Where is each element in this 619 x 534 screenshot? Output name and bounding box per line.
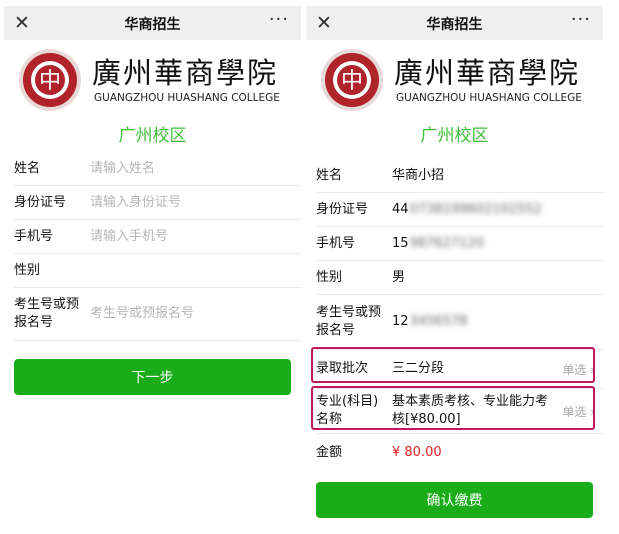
college-logo: 中 廣州華商學院 GUANGZHOU HUASHANG COLLEGE [4, 40, 301, 112]
emblem-icon: 中 [19, 49, 81, 111]
id-card-label: 身份证号 [14, 194, 67, 210]
batch-highlight [311, 347, 595, 383]
exam-no-label: 考生号或预报名号 [316, 305, 382, 338]
amount-label: 金额 [316, 445, 343, 460]
id-card-row[interactable]: 身份证号 请输入身份证号 [14, 186, 301, 220]
gender-input[interactable] [90, 254, 257, 287]
amount-row: 金额 ¥ 80.00 [316, 434, 603, 472]
name-row[interactable]: 姓名 请输入姓名 [14, 152, 301, 186]
college-logo: 中 廣州華商學院 GUANGZHOU HUASHANG COLLEGE [306, 40, 603, 112]
phone-row[interactable]: 手机号 15 987627120 [316, 227, 603, 261]
college-name-chinese: 廣州華商學院 [92, 56, 279, 90]
phone-row[interactable]: 手机号 请输入手机号 [14, 220, 301, 254]
gender-label: 性别 [316, 269, 343, 285]
next-button[interactable]: 下一步 [14, 359, 291, 395]
left-screen: ✕ 华商招生 ··· 中 廣州華商學院 GUANGZHOU HUASHANG C… [4, 6, 301, 530]
page-title: 华商招生 [426, 17, 483, 33]
name-input[interactable]: 请输入姓名 [90, 152, 257, 185]
exam-no-value[interactable]: 12 3456578 [392, 295, 559, 349]
phone-label: 手机号 [14, 228, 54, 244]
id-card-value[interactable]: 44 0738199602102552 [392, 193, 559, 226]
college-name-chinese: 廣州華商學院 [394, 56, 581, 90]
exam-no-row[interactable]: 考生号或预报名号 考生号或预报名号 [14, 288, 301, 341]
college-name-english: GUANGZHOU HUASHANG COLLEGE [94, 92, 280, 104]
emblem-icon: 中 [321, 49, 383, 111]
exam-no-row[interactable]: 考生号或预报名号 12 3456578 [316, 295, 603, 350]
name-value[interactable]: 华商小招 [392, 159, 559, 192]
nav-bar: ✕ 华商招生 ··· [4, 6, 301, 40]
gender-row[interactable]: 性别 男 [316, 261, 603, 295]
id-card-row[interactable]: 身份证号 44 0738199602102552 [316, 193, 603, 227]
confirm-payment-button[interactable]: 确认缴费 [316, 482, 593, 518]
emblem-glyph: 中 [341, 69, 363, 94]
more-icon[interactable]: ··· [269, 9, 289, 30]
nav-bar: ✕ 华商招生 ··· [306, 6, 603, 40]
gender-row[interactable]: 性别 [14, 254, 301, 288]
phone-value[interactable]: 15 987627120 [392, 227, 559, 260]
id-card-visible: 44 [392, 201, 409, 217]
college-name-english: GUANGZHOU HUASHANG COLLEGE [396, 92, 582, 104]
gender-value[interactable]: 男 [392, 261, 559, 294]
name-row[interactable]: 姓名 华商小招 [316, 159, 603, 193]
amount-value: ¥ 80.00 [392, 445, 442, 460]
emblem-glyph: 中 [39, 69, 61, 94]
phone-visible: 15 [392, 235, 409, 251]
id-card-blurred: 0738199602102552 [409, 201, 542, 217]
exam-no-label: 考生号或预报名号 [14, 297, 80, 330]
id-card-label: 身份证号 [316, 201, 369, 217]
campus-title: 广州校区 [420, 126, 489, 146]
campus-title: 广州校区 [118, 126, 187, 146]
name-label: 姓名 [14, 160, 41, 176]
name-label: 姓名 [316, 167, 343, 183]
id-card-input[interactable]: 请输入身份证号 [90, 186, 257, 219]
gender-label: 性别 [14, 262, 41, 278]
exam-no-visible: 12 [392, 314, 409, 329]
page-title: 华商招生 [124, 17, 181, 33]
phone-input[interactable]: 请输入手机号 [90, 220, 257, 253]
major-highlight [311, 386, 595, 430]
exam-no-input[interactable]: 考生号或预报名号 [90, 288, 257, 340]
right-screen: ✕ 华商招生 ··· 中 廣州華商學院 GUANGZHOU HUASHANG C… [306, 6, 603, 530]
more-icon[interactable]: ··· [571, 9, 591, 30]
phone-blurred: 987627120 [409, 235, 484, 251]
registration-form: 姓名 请输入姓名 身份证号 请输入身份证号 手机号 请输入手机号 性别 考生号或… [4, 152, 301, 341]
exam-no-blurred: 3456578 [409, 314, 468, 329]
phone-label: 手机号 [316, 235, 356, 251]
